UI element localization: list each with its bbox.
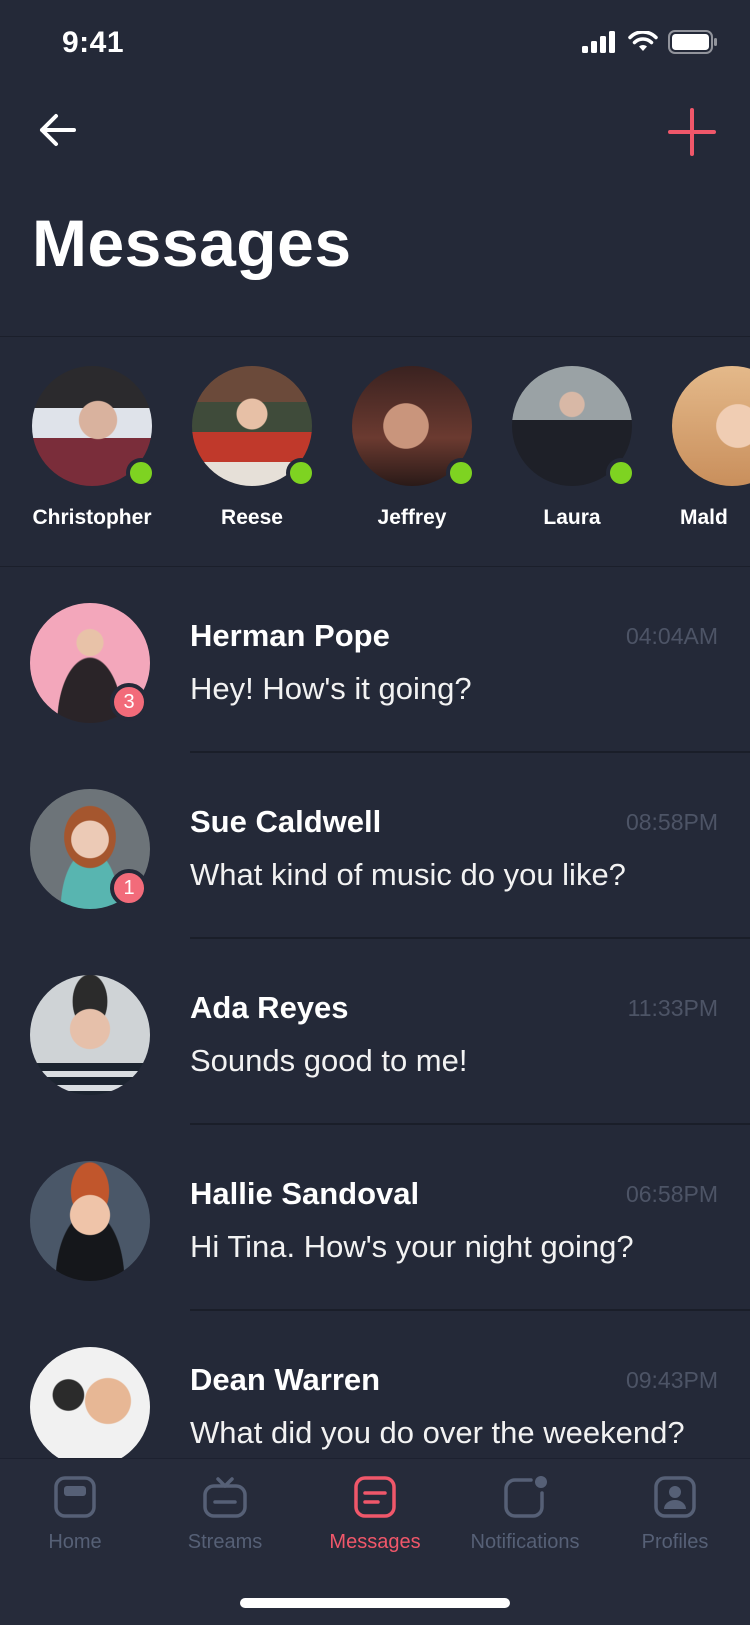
arrow-left-icon: [40, 114, 76, 146]
avatar[interactable]: [352, 366, 476, 488]
tab-streams[interactable]: Streams: [150, 1473, 300, 1554]
unread-badge: 1: [110, 869, 148, 907]
tab-label: Streams: [187, 1531, 263, 1553]
message-preview: Hey! How's it going?: [190, 671, 472, 706]
message-preview: What did you do over the weekend?: [190, 1415, 685, 1450]
home-icon: [51, 1473, 99, 1521]
message-preview: What kind of music do you like?: [190, 857, 626, 892]
wifi-icon: [628, 31, 658, 51]
status-bar: 9:41: [0, 0, 750, 90]
battery-icon: [668, 30, 717, 54]
avatar[interactable]: 1: [30, 789, 150, 909]
tab-home[interactable]: Home: [0, 1473, 150, 1554]
conversation-row[interactable]: Ada Reyes 11:33PM Sounds good to me!: [0, 939, 750, 1125]
story-item[interactable]: Reese: [182, 366, 322, 530]
conversation-row[interactable]: Hallie Sandoval 06:58PM Hi Tina. How's y…: [0, 1125, 750, 1311]
avatar[interactable]: [32, 366, 156, 488]
story-item[interactable]: Mald: [662, 366, 750, 530]
online-indicator: [286, 458, 316, 488]
tab-messages[interactable]: Messages: [300, 1473, 450, 1554]
avatar[interactable]: [30, 1347, 150, 1467]
back-button[interactable]: [34, 106, 82, 154]
message-time: 08:58PM: [625, 809, 718, 835]
message-preview: Hi Tina. How's your night going?: [190, 1229, 634, 1264]
story-item[interactable]: Laura: [502, 366, 642, 530]
message-time: 06:58PM: [625, 1181, 718, 1207]
message-preview: Sounds good to me!: [190, 1043, 468, 1078]
contact-name: Dean Warren: [190, 1362, 381, 1397]
streams-icon: [201, 1473, 249, 1521]
avatar[interactable]: [30, 975, 150, 1095]
avatar[interactable]: 3: [30, 603, 150, 723]
story-name: Laura: [543, 506, 601, 529]
contact-name: Ada Reyes: [190, 990, 349, 1025]
home-indicator: [240, 1598, 510, 1608]
online-users-row[interactable]: Christopher Reese Jeffrey Laura Mald: [0, 366, 750, 546]
divider: [0, 336, 750, 337]
story-name: Jeffrey: [377, 506, 447, 529]
contact-name: Herman Pope: [190, 618, 390, 653]
story-name: Christopher: [32, 506, 152, 529]
avatar[interactable]: [30, 1161, 150, 1281]
story-item[interactable]: Christopher: [22, 366, 162, 530]
messages-icon: [351, 1473, 399, 1521]
story-name: Mald: [680, 506, 728, 529]
plus-icon: [668, 108, 716, 156]
page-title: Messages: [32, 206, 352, 280]
avatar[interactable]: [512, 366, 636, 488]
avatar[interactable]: [672, 366, 750, 486]
new-message-button[interactable]: [666, 106, 718, 158]
avatar[interactable]: [192, 366, 316, 488]
message-time: 11:33PM: [627, 995, 718, 1021]
message-time: 09:43PM: [625, 1367, 718, 1393]
status-time: 9:41: [62, 26, 125, 59]
profiles-icon: [651, 1473, 699, 1521]
status-icons: [582, 30, 718, 54]
conversation-row[interactable]: 1 Sue Caldwell 08:58PM What kind of musi…: [0, 753, 750, 939]
tab-label: Messages: [329, 1531, 421, 1553]
unread-badge: 3: [110, 683, 148, 721]
notifications-icon: [501, 1473, 549, 1521]
contact-name: Hallie Sandoval: [190, 1176, 420, 1211]
story-name: Reese: [221, 506, 283, 529]
message-time: 04:04AM: [625, 623, 718, 649]
tab-label: Home: [48, 1531, 102, 1553]
tab-label: Notifications: [470, 1531, 580, 1553]
signal-icon: [582, 31, 615, 53]
contact-name: Sue Caldwell: [190, 804, 382, 839]
story-item[interactable]: Jeffrey: [342, 366, 482, 530]
online-indicator: [446, 458, 476, 488]
online-indicator: [606, 458, 636, 488]
tab-label: Profiles: [641, 1531, 709, 1553]
conversation-row[interactable]: 3 Herman Pope 04:04AM Hey! How's it goin…: [0, 567, 750, 753]
tab-notifications[interactable]: Notifications: [450, 1473, 600, 1554]
online-indicator: [126, 458, 156, 488]
tab-profiles[interactable]: Profiles: [600, 1473, 750, 1554]
